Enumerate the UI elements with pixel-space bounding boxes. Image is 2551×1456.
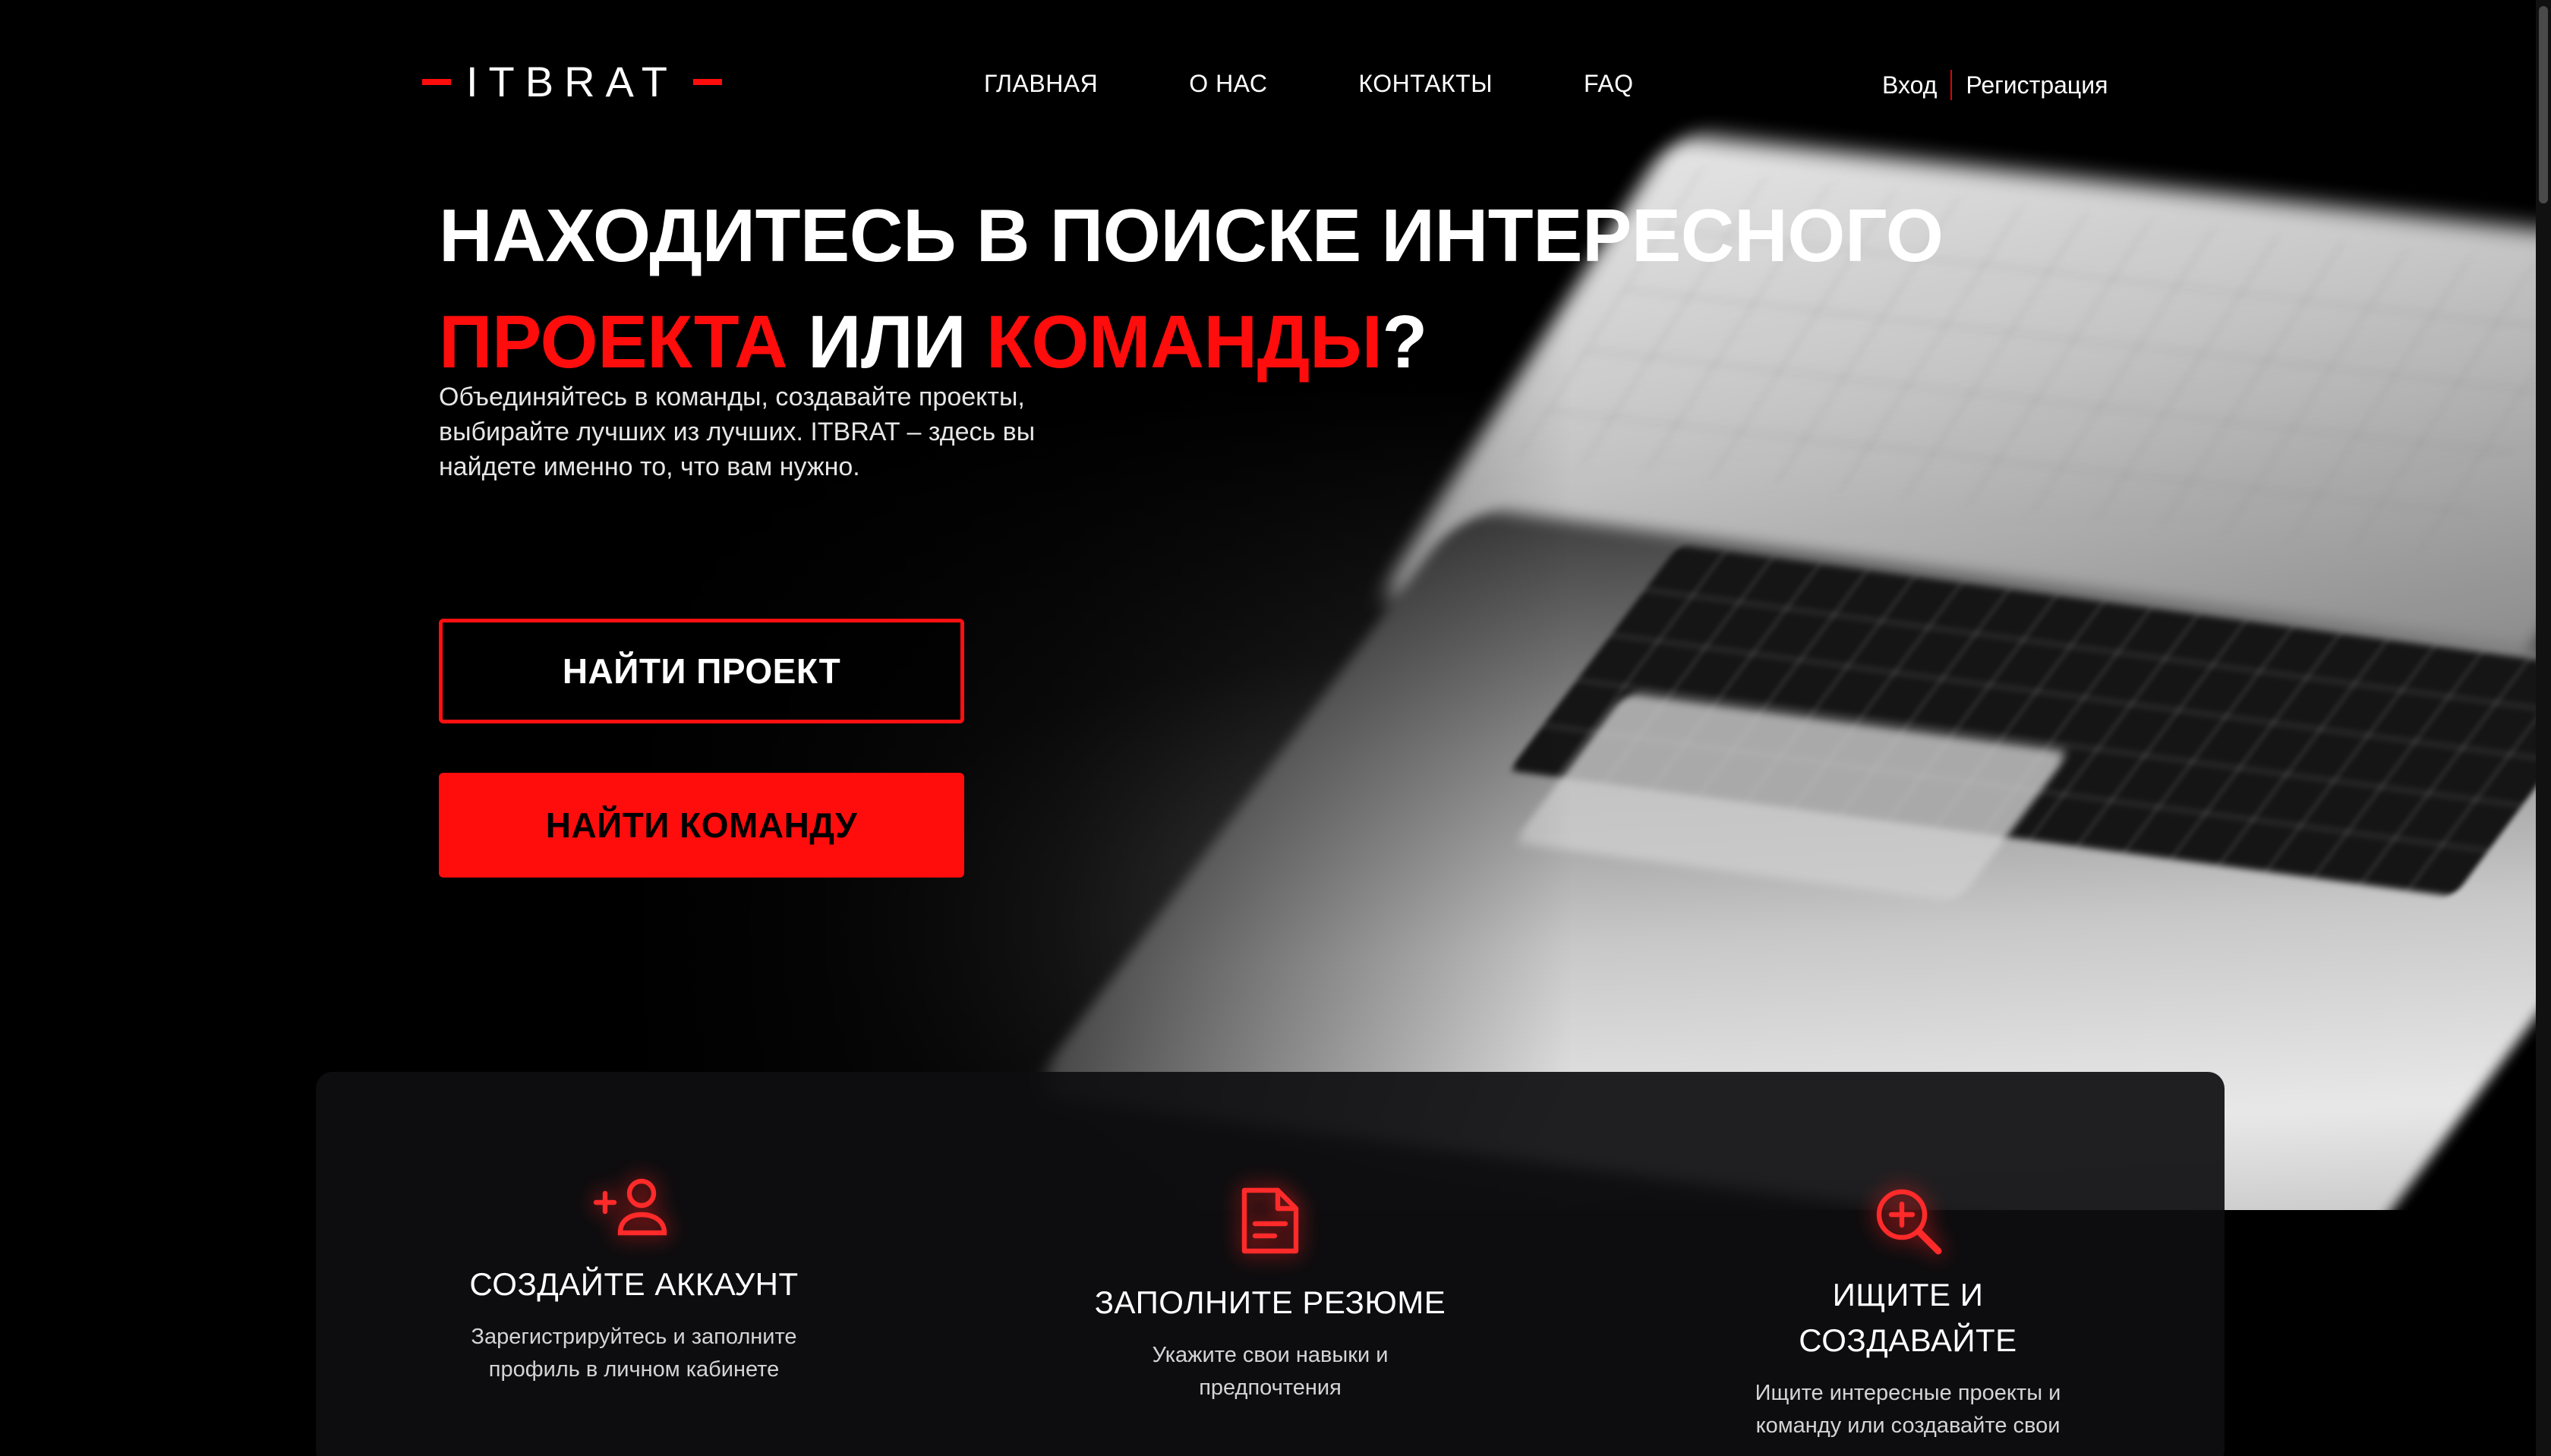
nav-item-faq[interactable]: FAQ — [1584, 70, 1634, 98]
nav-item-home[interactable]: ГЛАВНАЯ — [984, 70, 1098, 98]
auth-divider — [1950, 70, 1953, 100]
feature-title: СОЗДАВАЙТЕ — [1799, 1322, 2017, 1358]
headline-word-project: ПРОЕКТА — [439, 300, 788, 383]
logo-text: ITBRAT — [466, 58, 678, 106]
hero-headline: НАХОДИТЕСЬ В ПОИСКЕ ИНТЕРЕСНОГО ПРОЕКТА … — [439, 182, 1957, 395]
hero-subtext: Объединяйтесь в команды, создавайте прое… — [439, 380, 1092, 484]
find-project-button[interactable]: НАЙТИ ПРОЕКТ — [439, 619, 964, 723]
site-header: ITBRAT ГЛАВНАЯ О НАС КОНТАКТЫ FAQ Вход Р… — [0, 0, 2551, 175]
nav-item-about[interactable]: О НАС — [1189, 70, 1267, 98]
hero-subtext-line: найдете именно то, что вам нужно. — [439, 452, 860, 481]
hero-subtext-line: выбирайте лучших из лучших. ITBRAT – зде… — [439, 418, 1036, 446]
login-link[interactable]: Вход — [1882, 71, 1937, 99]
feature-search-create: ИЩИТЕ И СОЗДАВАЙТЕ Ищите интересные прое… — [1642, 1184, 2174, 1442]
zoom-in-icon — [1876, 1189, 1942, 1255]
feature-fill-resume: ЗАПОЛНИТЕ РЕЗЮМЕ Укажите свои навыки и п… — [1004, 1184, 1536, 1404]
scrollbar-thumb[interactable] — [2539, 6, 2548, 203]
register-link[interactable]: Регистрация — [1966, 71, 2108, 99]
headline-word-or: ИЛИ — [787, 300, 986, 383]
headline-question-mark: ? — [1382, 300, 1427, 383]
find-team-button[interactable]: НАЙТИ КОМАНДУ — [439, 773, 964, 878]
logo[interactable]: ITBRAT — [422, 61, 722, 103]
feature-desc-line: Ищите интересные проекты и — [1755, 1381, 2061, 1405]
feature-desc-line: команду или создавайте свои — [1755, 1413, 2061, 1438]
nav-item-contacts[interactable]: КОНТАКТЫ — [1358, 70, 1493, 98]
feature-title: ЗАПОЛНИТЕ РЕЗЮМЕ — [1094, 1284, 1446, 1320]
headline-line-1: НАХОДИТЕСЬ В ПОИСКЕ ИНТЕРЕСНОГО — [439, 194, 1944, 277]
add-person-icon — [593, 1178, 667, 1236]
feature-desc-line: предпочтения — [1199, 1376, 1342, 1400]
page-scrollbar[interactable] — [2536, 0, 2551, 1456]
feature-title: ИЩИТЕ И — [1832, 1277, 1984, 1313]
logo-bar-left — [422, 79, 451, 85]
feature-desc-line: Зарегистрируйтесь и заполните — [471, 1325, 797, 1349]
feature-title: СОЗДАЙТЕ АККАУНТ — [469, 1266, 799, 1302]
headline-word-team: КОМАНДЫ — [985, 300, 1383, 383]
feature-desc-line: Укажите свои навыки и — [1152, 1343, 1389, 1367]
hero-subtext-line: Объединяйтесь в команды, создавайте прое… — [439, 383, 1025, 411]
feature-create-account: СОЗДАЙТЕ АККАУНТ Зарегистрируйтесь и зап… — [368, 1175, 900, 1386]
logo-bar-right — [692, 79, 722, 85]
document-icon — [1241, 1187, 1299, 1254]
main-nav: ГЛАВНАЯ О НАС КОНТАКТЫ FAQ — [984, 70, 1634, 98]
feature-desc-line: профиль в личном кабинете — [488, 1357, 780, 1382]
auth-links: Вход Регистрация — [1882, 70, 2108, 100]
